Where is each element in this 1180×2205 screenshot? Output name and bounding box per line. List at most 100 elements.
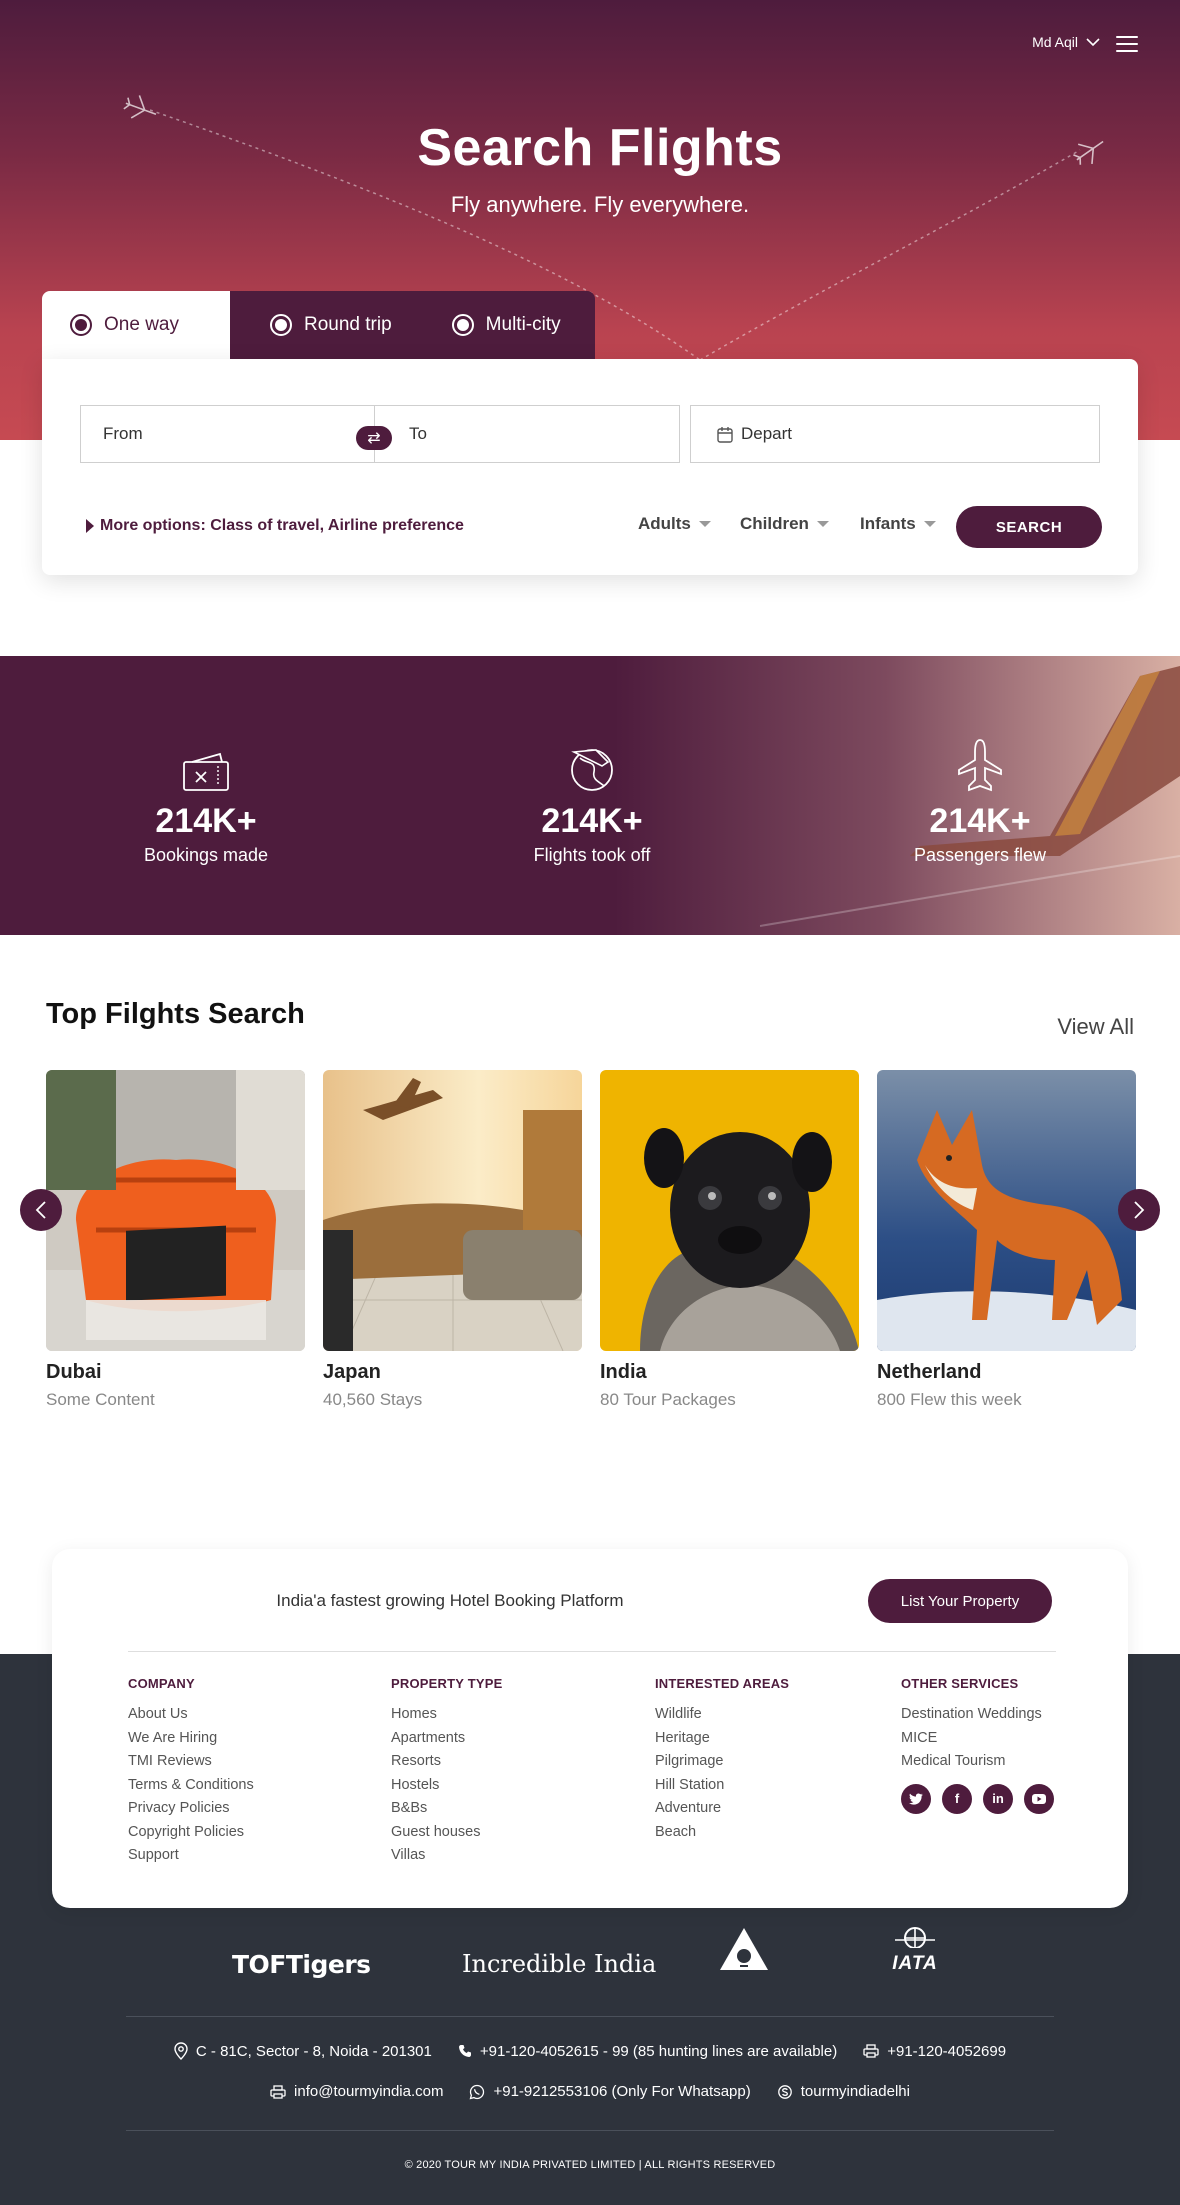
youtube-icon[interactable] (1024, 1783, 1054, 1814)
footer-card: India'a fastest growing Hotel Booking Pl… (52, 1549, 1128, 1908)
stat-bookings: 214K+ Bookings made (66, 736, 346, 866)
swap-icon[interactable]: ⇄ (356, 426, 392, 450)
column-heading: OTHER SERVICES (901, 1676, 1019, 1691)
carousel-prev-button[interactable] (20, 1189, 62, 1231)
divider (126, 2016, 1054, 2017)
email[interactable]: info@tourmyindia.com (270, 2083, 443, 2100)
radio-selected-icon (70, 314, 92, 336)
tab-multi-city[interactable]: Multi-city (419, 291, 595, 359)
printer-icon (270, 2084, 286, 2099)
to-field[interactable]: To (374, 405, 680, 463)
phone[interactable]: +91-120-4052615 - 99 (85 hunting lines a… (458, 2042, 837, 2060)
page-title: Search Flights (417, 119, 783, 177)
footer-link[interactable]: Support (128, 1844, 254, 1868)
footer-link[interactable]: Copyright Policies (128, 1821, 254, 1845)
destination-card[interactable]: India 80 Tour Packages (600, 1070, 859, 1410)
infants-label: Infants (860, 514, 916, 533)
incredible-india-logo-text: Incredible India (462, 1950, 657, 1978)
destination-card[interactable]: Netherland 800 Flew this week (877, 1070, 1136, 1410)
footer-link[interactable]: B&Bs (391, 1797, 502, 1821)
footer-link[interactable]: Privacy Policies (128, 1797, 254, 1821)
tab-label: Round trip (304, 314, 392, 335)
tab-round-trip[interactable]: Round trip (230, 291, 420, 359)
calendar-icon (717, 426, 733, 443)
tab-label: One way (104, 314, 179, 335)
footer-link[interactable]: Hill Station (655, 1774, 789, 1798)
facebook-icon[interactable]: f (942, 1783, 972, 1814)
divider (128, 1651, 1056, 1652)
column-heading: INTERESTED AREAS (655, 1676, 790, 1691)
destination-card[interactable]: Dubai Some Content (46, 1070, 305, 1410)
chevron-right-icon (1134, 1201, 1145, 1219)
footer-link[interactable]: Pilgrimage (655, 1750, 789, 1774)
card-title: India (600, 1361, 647, 1383)
caret-down-icon (816, 521, 829, 527)
carousel-next-button[interactable] (1118, 1189, 1160, 1231)
footer-link[interactable]: Adventure (655, 1797, 789, 1821)
footer-link[interactable]: Medical Tourism (901, 1750, 1054, 1774)
footer-link[interactable]: Wildlife (655, 1703, 789, 1727)
caret-down-icon (698, 521, 711, 527)
phone-text: +91-120-4052615 - 99 (85 hunting lines a… (479, 2042, 838, 2060)
iata-logo: IATA (880, 1926, 950, 1975)
footer-link[interactable]: Destination Weddings (901, 1703, 1054, 1727)
footer-link[interactable]: Heritage (655, 1727, 789, 1751)
stat-value: 214K+ (929, 802, 1031, 840)
skype[interactable]: tourmyindiadelhi (777, 2083, 910, 2100)
tab-one-way[interactable]: One way (42, 291, 230, 359)
search-button[interactable]: SEARCH (956, 506, 1102, 548)
hamburger-icon[interactable] (1116, 36, 1138, 52)
footer-link[interactable]: Guest houses (391, 1821, 502, 1845)
whatsapp-icon (470, 2084, 485, 2099)
skype-icon (777, 2084, 792, 2099)
adults-dropdown[interactable]: Adults (638, 514, 711, 534)
copyright: © 2020 TOUR MY INDIA PRIVATED LIMITED | … (404, 2159, 776, 2171)
depart-field[interactable]: Depart (690, 405, 1100, 463)
depart-placeholder: Depart (741, 424, 793, 443)
infants-dropdown[interactable]: Infants (860, 514, 936, 534)
footer-column-property-type: PROPERTY TYPE Homes Apartments Resorts H… (391, 1676, 502, 1868)
footer-column-company: COMPANY About Us We Are Hiring TMI Revie… (128, 1676, 254, 1868)
footer-link[interactable]: MICE (901, 1727, 1054, 1751)
card-title: Netherland (877, 1361, 982, 1383)
footer-column-other-services: OTHER SERVICES Destination Weddings MICE… (901, 1676, 1054, 1814)
footer-link[interactable]: TMI Reviews (128, 1750, 254, 1774)
card-subtitle: 40,560 Stays (323, 1390, 423, 1409)
ticket-icon (183, 752, 229, 791)
from-field[interactable]: From (80, 405, 380, 463)
footer-link[interactable]: Homes (391, 1703, 502, 1727)
destination-card[interactable]: Japan 40,560 Stays (323, 1070, 582, 1410)
list-property-button[interactable]: List Your Property (868, 1579, 1052, 1623)
more-options-toggle[interactable]: More options: Class of travel, Airline p… (86, 517, 464, 535)
footer-link[interactable]: Villas (391, 1844, 502, 1868)
footer-link[interactable]: Beach (655, 1821, 789, 1845)
children-label: Children (740, 514, 809, 533)
footer-link[interactable]: We Are Hiring (128, 1727, 254, 1751)
search-card: From ⇄ To Depart More options: Class of … (42, 359, 1138, 575)
radio-icon (451, 314, 474, 336)
card-image (46, 1070, 305, 1351)
whatsapp[interactable]: +91-9212553106 (Only For Whatsapp) (469, 2083, 751, 2100)
from-placeholder: From (103, 424, 143, 443)
footer-link[interactable]: Terms & Conditions (128, 1774, 254, 1798)
globe-plane-icon (571, 749, 613, 791)
children-dropdown[interactable]: Children (740, 514, 829, 534)
radio-icon (270, 314, 292, 336)
view-all-link[interactable]: View All (1057, 1014, 1134, 1040)
divider (126, 2130, 1054, 2131)
twitter-icon[interactable] (901, 1783, 931, 1814)
footer-link[interactable]: Resorts (391, 1750, 502, 1774)
card-subtitle: Some Content (46, 1390, 155, 1409)
card-title: Japan (323, 1361, 381, 1383)
footer-link[interactable]: About Us (128, 1703, 254, 1727)
taai-logo (718, 1926, 770, 1977)
linkedin-icon[interactable]: in (983, 1783, 1013, 1814)
incredible-india-logo: Incredible India (462, 1950, 656, 1978)
footer-link[interactable]: Apartments (391, 1727, 502, 1751)
footer-tagline: India'a fastest growing Hotel Booking Pl… (276, 1591, 624, 1610)
user-menu[interactable]: Md Aqil (1032, 34, 1100, 50)
skype-text: tourmyindiadelhi (800, 2083, 910, 2100)
footer-column-interested-areas: INTERESTED AREAS Wildlife Heritage Pilgr… (655, 1676, 789, 1844)
stat-value: 214K+ (541, 802, 643, 840)
footer-link[interactable]: Hostels (391, 1774, 502, 1798)
